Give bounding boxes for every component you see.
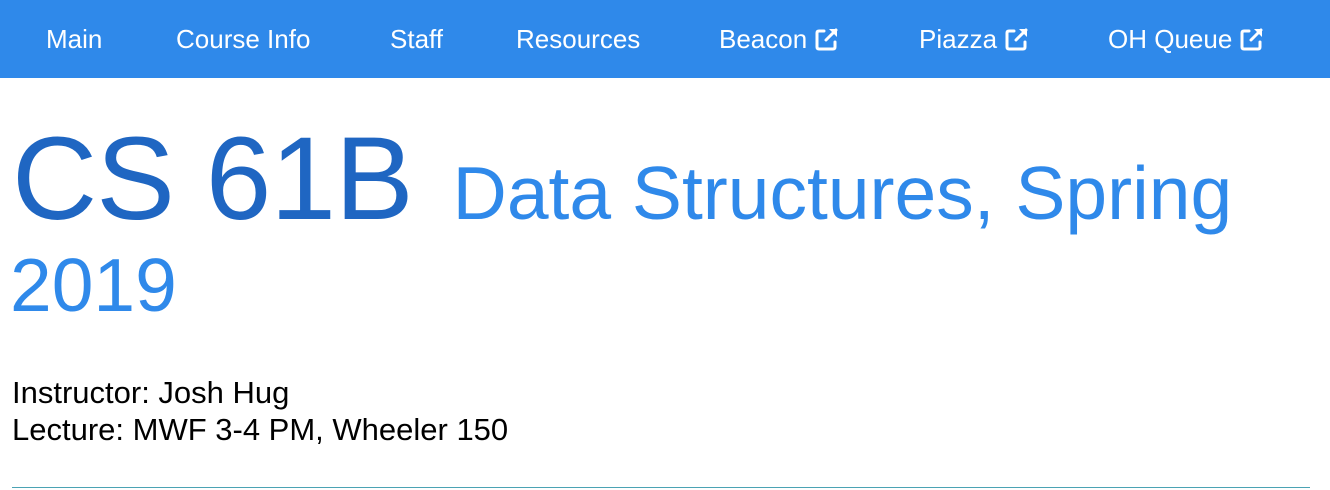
- nav-item-piazza[interactable]: Piazza: [919, 0, 1030, 78]
- course-info: Instructor: Josh Hug Lecture: MWF 3-4 PM…: [12, 374, 508, 448]
- nav-item-beacon[interactable]: Beacon: [719, 0, 840, 78]
- external-link-icon: [815, 28, 838, 51]
- nav-item-label: Beacon: [719, 23, 808, 54]
- nav-item-label: OH Queue: [1108, 23, 1233, 54]
- instructor-line: Instructor: Josh Hug: [12, 375, 290, 410]
- external-link-icon: [1005, 28, 1028, 51]
- course-name: Data Structures, Spring: [452, 151, 1233, 235]
- nav-item-label: Resources: [516, 23, 641, 54]
- nav-item-oh-queue[interactable]: OH Queue: [1108, 0, 1265, 78]
- nav-item-resources[interactable]: Resources: [516, 0, 640, 78]
- course-term-year: 2019: [10, 243, 177, 327]
- nav-item-staff[interactable]: Staff: [390, 0, 443, 78]
- section-divider: [12, 487, 1310, 488]
- nav-item-label: Piazza: [919, 23, 998, 54]
- course-code: CS 61B: [12, 113, 414, 245]
- nav-item-label: Course Info: [176, 23, 311, 54]
- nav-item-label: Main: [46, 23, 103, 54]
- lecture-line: Lecture: MWF 3-4 PM, Wheeler 150: [12, 412, 509, 447]
- nav-item-label: Staff: [390, 23, 444, 54]
- page-title: CS 61B Data Structures, Spring: [12, 120, 1322, 238]
- external-link-icon: [1240, 28, 1263, 51]
- nav-item-course-info[interactable]: Course Info: [176, 0, 310, 78]
- top-navbar: Main Course Info Staff Resources Beacon …: [0, 0, 1330, 78]
- nav-item-main[interactable]: Main: [46, 0, 102, 78]
